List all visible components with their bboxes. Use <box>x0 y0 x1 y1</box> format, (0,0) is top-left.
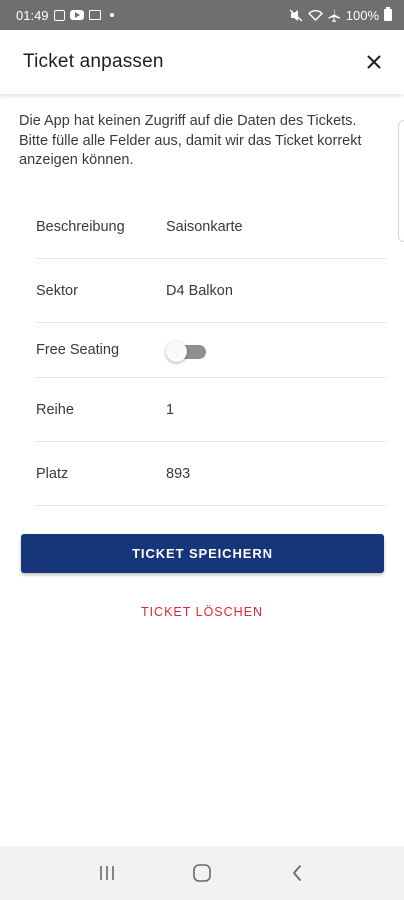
beschreibung-field[interactable]: Saisonkarte <box>166 219 243 235</box>
status-time: 01:49 <box>16 7 49 23</box>
reihe-label: Reihe <box>36 401 74 418</box>
free-seating-toggle[interactable] <box>166 339 208 362</box>
status-bar: 01:49 100% <box>0 0 404 30</box>
battery-icon <box>384 7 392 21</box>
save-ticket-button[interactable]: TICKET SPEICHERN <box>21 534 384 573</box>
platz-field[interactable]: 893 <box>166 466 190 482</box>
mail-icon <box>88 10 101 20</box>
beschreibung-label: Beschreibung <box>36 218 125 235</box>
form-row-beschreibung[interactable]: Beschreibung Saisonkarte <box>36 195 387 259</box>
info-text: Die App hat keinen Zugriff auf die Daten… <box>19 113 362 168</box>
app-header: Ticket anpassen <box>0 30 404 94</box>
recent-apps-button[interactable] <box>87 853 127 893</box>
close-button[interactable] <box>360 48 388 76</box>
back-button[interactable] <box>277 853 317 893</box>
ticket-form: Beschreibung Saisonkarte Sektor D4 Balko… <box>36 195 387 506</box>
airplane-icon <box>328 9 340 22</box>
form-row-platz[interactable]: Platz 893 <box>36 442 387 506</box>
form-row-free-seating: Free Seating <box>36 323 387 378</box>
recent-apps-icon <box>100 866 115 880</box>
status-bar-left: 01:49 <box>16 8 114 23</box>
page-title: Ticket anpassen <box>23 51 164 72</box>
back-icon <box>292 865 301 881</box>
home-icon <box>193 864 211 882</box>
youtube-icon <box>69 10 84 20</box>
wifi-icon <box>307 10 323 21</box>
reihe-field[interactable]: 1 <box>166 402 174 418</box>
sektor-field[interactable]: D4 Balkon <box>166 283 233 299</box>
scroll-indicator <box>398 120 404 242</box>
home-button[interactable] <box>182 853 222 893</box>
platz-label: Platz <box>36 465 69 482</box>
toggle-thumb <box>166 341 187 362</box>
form-row-reihe[interactable]: Reihe 1 <box>36 378 387 442</box>
form-row-sektor[interactable]: Sektor D4 Balkon <box>36 259 387 323</box>
checkbox-notification-icon <box>53 9 65 21</box>
delete-ticket-button[interactable]: TICKET LÖSCHEN <box>0 600 404 624</box>
close-icon <box>367 55 381 69</box>
mute-icon <box>289 8 303 22</box>
system-nav-bar <box>0 846 404 900</box>
status-bar-right: 100% <box>289 7 392 23</box>
sektor-label: Sektor <box>36 282 78 299</box>
free-seating-label: Free Seating <box>36 342 120 358</box>
battery-percent: 100% <box>345 7 379 23</box>
dot-icon <box>109 13 114 17</box>
